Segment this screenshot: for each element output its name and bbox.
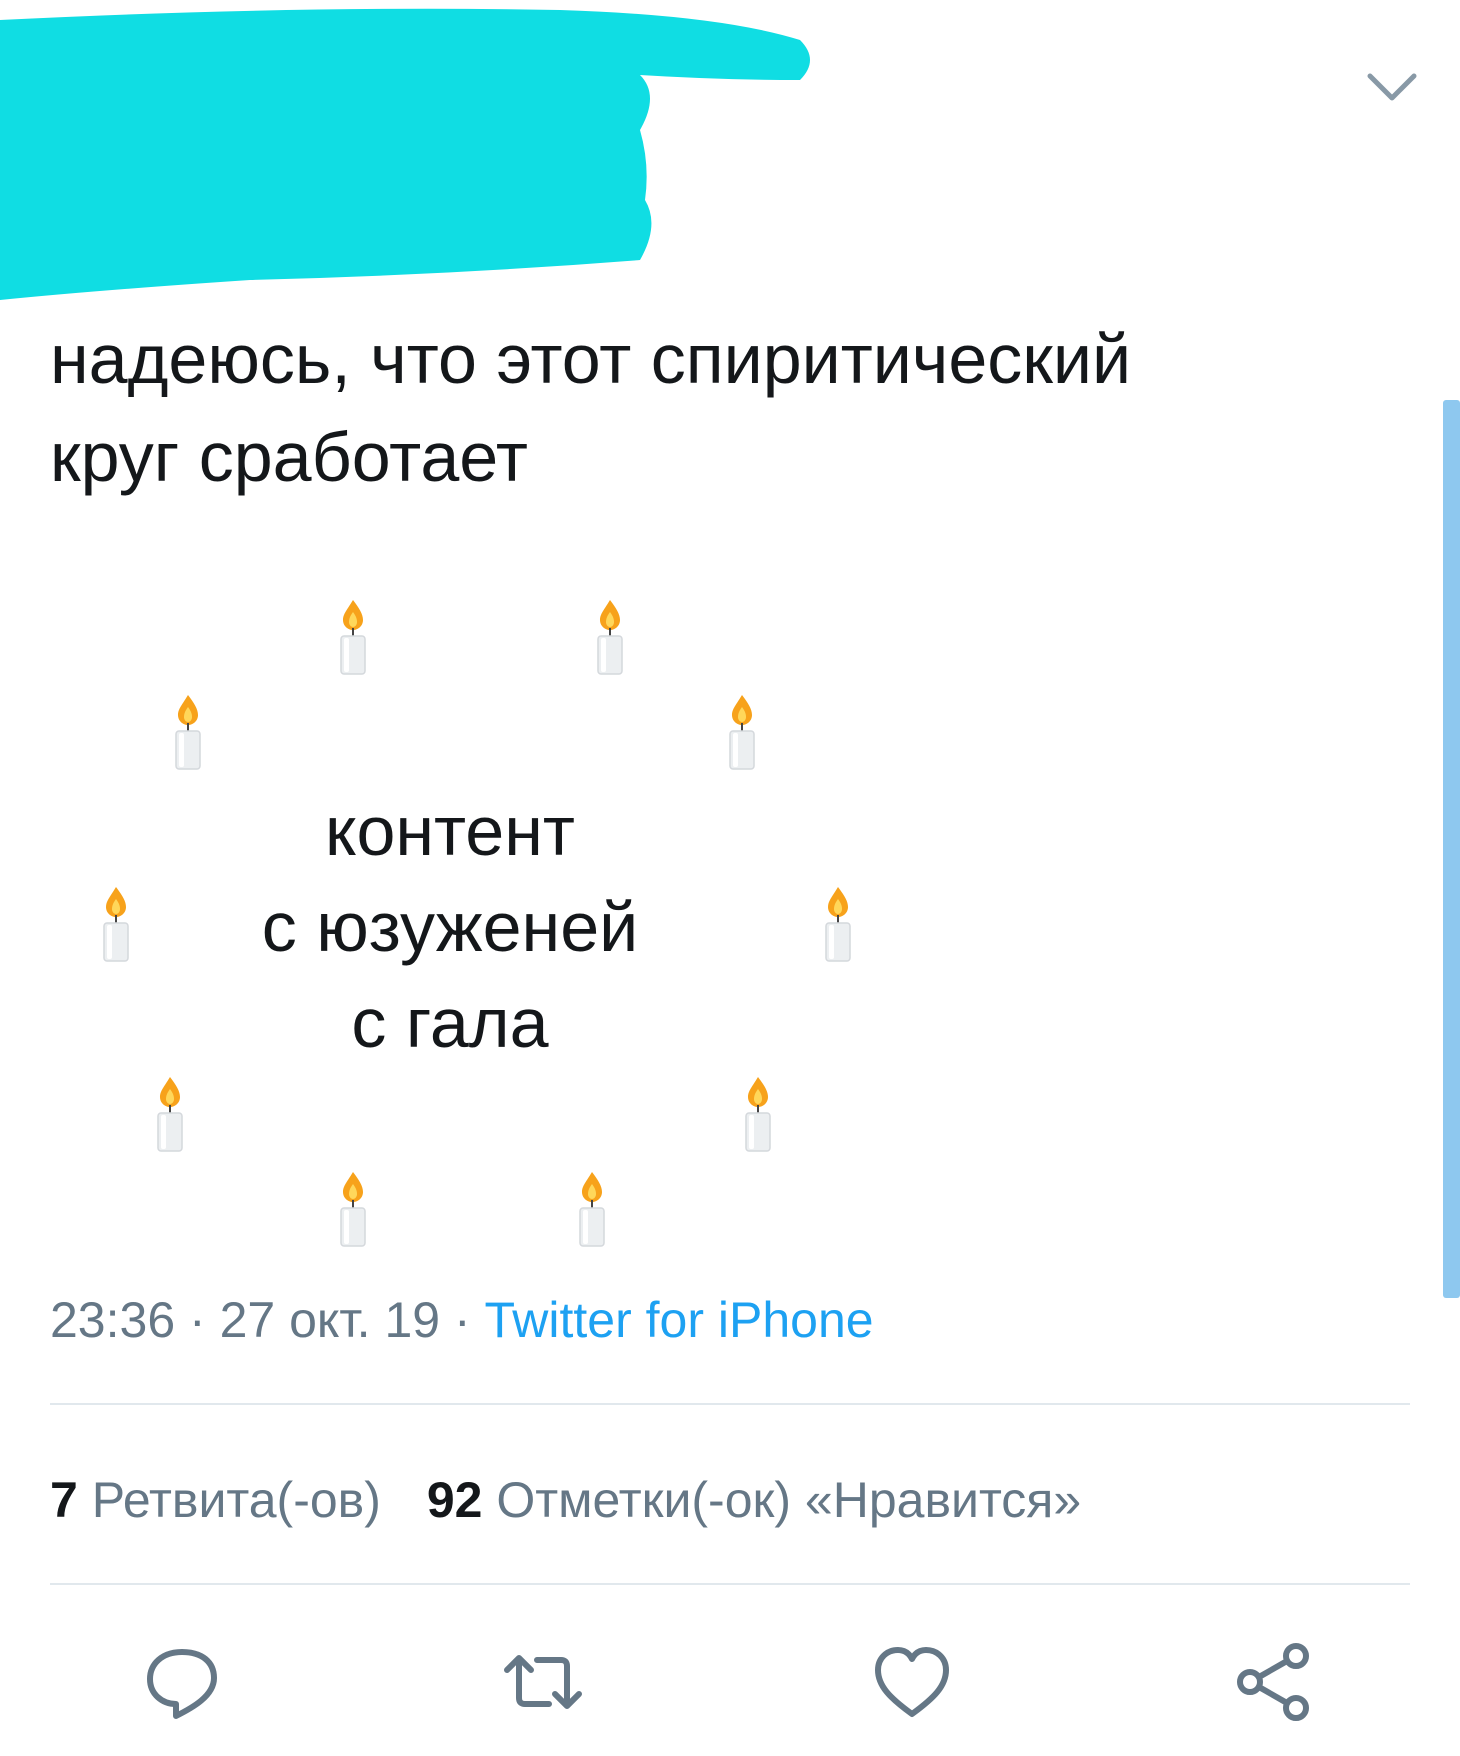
tweet-meta: 23:36 · 27 окт. 19 · Twitter for iPhone <box>50 1285 874 1355</box>
meta-separator: · <box>440 1292 485 1348</box>
candle-icon <box>745 1077 771 1152</box>
candle-icon <box>729 695 755 770</box>
retweets-label: Ретвита(-ов) <box>77 1472 381 1528</box>
tweet-text: надеюсь, что этот спиритический круг сра… <box>50 320 1132 496</box>
retweet-icon <box>504 1655 582 1709</box>
likes-stat[interactable]: 92 Отметки(-ок) «Нравится» <box>427 1472 1081 1528</box>
meta-separator: · <box>175 1292 220 1348</box>
scrollbar[interactable] <box>1443 400 1460 1298</box>
tweet-stats: 7 Ретвита(-ов) 92 Отметки(-ок) «Нравится» <box>50 1465 1081 1535</box>
divider <box>50 1583 1410 1585</box>
retweets-count: 7 <box>50 1472 78 1528</box>
redacted-author-scribble <box>0 8 810 300</box>
candle-icon <box>597 600 623 675</box>
tweet-circle-text: контент с юзуженей с гала <box>261 792 639 1062</box>
reply-button[interactable] <box>142 1642 222 1722</box>
likes-label: Отметки(-ок) «Нравится» <box>482 1472 1082 1528</box>
tweet-date: 27 окт. 19 <box>219 1292 441 1348</box>
candle-icon <box>175 695 201 770</box>
retweets-stat[interactable]: 7 Ретвита(-ов) <box>50 1472 381 1528</box>
candle-icon <box>340 1172 366 1247</box>
share-button[interactable] <box>1234 1642 1314 1722</box>
tweet-time: 23:36 <box>50 1292 176 1348</box>
candle-icon <box>579 1172 605 1247</box>
tweet-source-link[interactable]: Twitter for iPhone <box>485 1292 874 1348</box>
share-icon <box>1237 1643 1309 1721</box>
heart-icon <box>875 1647 949 1717</box>
likes-count: 92 <box>426 1472 483 1528</box>
retweet-button[interactable] <box>503 1642 583 1722</box>
candle-icon <box>825 887 851 962</box>
candle-icon <box>157 1077 183 1152</box>
chevron-down-icon[interactable] <box>1362 62 1422 112</box>
divider <box>50 1403 1410 1405</box>
like-button[interactable] <box>872 1642 952 1722</box>
candle-icon <box>340 600 366 675</box>
reply-icon <box>147 1649 217 1719</box>
candle-icon <box>103 887 129 962</box>
